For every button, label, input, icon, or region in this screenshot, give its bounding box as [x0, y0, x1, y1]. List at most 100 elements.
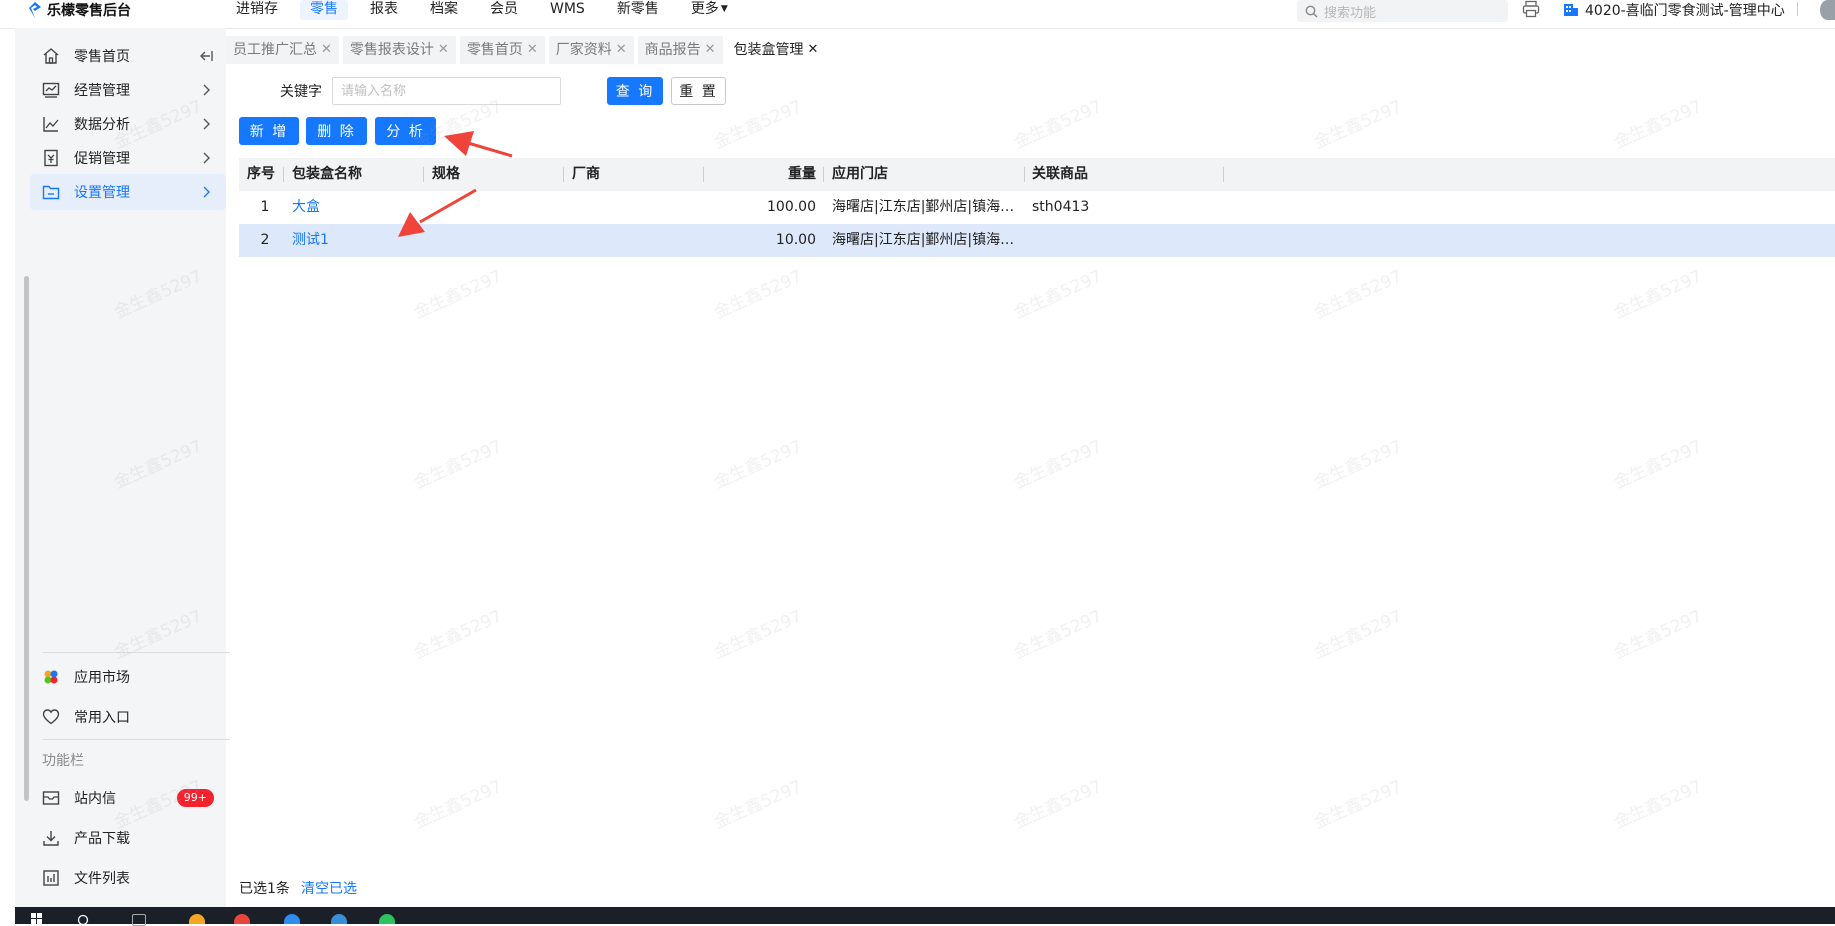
column-divider[interactable] [563, 167, 564, 182]
top-nav-item-more[interactable]: 更多 ▼ [675, 0, 744, 20]
delete-button[interactable]: 删 除 [306, 117, 367, 145]
brand[interactable]: 乐檬零售后台 [28, 0, 131, 20]
row-index: 2 [260, 232, 270, 248]
org-switcher[interactable]: 4020-喜临门零食测试-管理中心 [1563, 0, 1785, 20]
reset-button[interactable]: 重 置 [671, 77, 726, 105]
column-header-product[interactable]: 关联商品 [1032, 158, 1222, 191]
top-nav-item-retail[interactable]: 零售 [300, 0, 348, 20]
sidebar-item-downloads[interactable]: 产品下载 [30, 820, 226, 856]
column-header-name[interactable]: 包装盒名称 [292, 158, 412, 191]
brand-logo-icon [29, 2, 41, 18]
printer-icon[interactable] [1522, 0, 1540, 18]
close-icon[interactable]: ✕ [321, 36, 332, 64]
column-divider[interactable] [1223, 167, 1224, 182]
taskbar-search-icon[interactable] [77, 913, 91, 924]
close-icon[interactable]: ✕ [808, 36, 819, 64]
store-icon [1564, 4, 1578, 16]
sidebar-item-label: 经营管理 [74, 83, 130, 99]
top-nav: 进销存 零售 报表 档案 会员 WMS 新零售 更多 ▼ [220, 0, 744, 20]
column-header-stores[interactable]: 应用门店 [832, 158, 1022, 191]
sidebar-item-business[interactable]: 经营管理 [30, 72, 226, 108]
top-nav-item-wms[interactable]: WMS [534, 0, 601, 20]
row-name-link[interactable]: 测试1 [292, 224, 412, 257]
column-divider[interactable] [283, 167, 284, 182]
sidebar-item-settings[interactable]: 设置管理 [30, 174, 226, 210]
avatar[interactable] [1820, 0, 1835, 20]
row-name-link[interactable]: 大盒 [292, 191, 412, 224]
tab-staff-promotion[interactable]: 员工推广汇总 ✕ [226, 36, 339, 64]
wechat-icon[interactable] [379, 914, 395, 924]
sidebar-item-app-market[interactable]: 应用市场 [30, 659, 226, 695]
column-header-vendor[interactable]: 厂商 [572, 158, 692, 191]
watermark-text: 金生鑫5297 [1011, 776, 1106, 834]
row-stores: 海曙店|江东店|鄞州店|镇海… [832, 199, 1015, 215]
brand-name: 乐檬零售后台 [47, 3, 131, 19]
table-row[interactable]: 1 大盒 100.00 海曙店|江东店|鄞州店|镇海… sth0413 [239, 191, 1835, 224]
line-chart-icon [43, 117, 59, 132]
top-nav-item-new-retail[interactable]: 新零售 [601, 0, 675, 20]
sidebar-item-retail-home[interactable]: 零售首页 [30, 38, 226, 74]
column-divider[interactable] [703, 167, 704, 182]
divider [42, 652, 230, 653]
os-taskbar [15, 907, 1835, 926]
keyword-label: 关键字 [280, 84, 322, 100]
analyze-button[interactable]: 分 析 [375, 117, 436, 145]
sidebar-item-label: 站内信 [74, 791, 116, 807]
tab-vendor-info[interactable]: 厂家资料 ✕ [548, 36, 634, 64]
watermark-text: 金生鑫5297 [1311, 436, 1406, 494]
sidebar-item-messages[interactable]: 站内信 99+ [30, 780, 226, 816]
search-placeholder: 搜索功能 [1324, 5, 1377, 21]
row-spec [432, 224, 552, 257]
row-spec [432, 191, 552, 224]
sidebar-item-label: 文件列表 [74, 871, 130, 887]
sidebar-item-data-analysis[interactable]: 数据分析 [30, 106, 226, 142]
table-row[interactable]: 2 测试1 10.00 海曙店|江东店|鄞州店|镇海… [239, 224, 1835, 257]
tab-retail-home[interactable]: 零售首页 ✕ [459, 36, 545, 64]
tab-label: 商品报告 [644, 42, 701, 58]
column-header-index[interactable]: 序号 [247, 158, 283, 191]
top-nav-item-archive[interactable]: 档案 [414, 0, 474, 20]
search-input[interactable]: 搜索功能 [1297, 0, 1508, 22]
close-icon[interactable]: ✕ [705, 36, 716, 64]
add-button[interactable]: 新 增 [239, 117, 299, 145]
sidebar-scrollbar[interactable] [24, 276, 29, 801]
tab-retail-report-design[interactable]: 零售报表设计 ✕ [342, 36, 456, 64]
clear-selection-link[interactable]: 清空已选 [301, 878, 357, 898]
tab-packaging-box[interactable]: 包装盒管理 ✕ [726, 36, 826, 64]
top-nav-item-member[interactable]: 会员 [474, 0, 534, 20]
sidebar-item-promotion[interactable]: 促销管理 [30, 140, 226, 176]
row-stores: 海曙店|江东店|鄞州店|镇海… [832, 232, 1015, 248]
sidebar-item-favorites[interactable]: 常用入口 [30, 699, 226, 735]
column-divider[interactable] [423, 167, 424, 182]
arrow-to-analyze-button [444, 131, 513, 158]
windows-start-icon[interactable] [31, 913, 43, 924]
sidebar-item-label: 设置管理 [74, 185, 130, 201]
query-button[interactable]: 查 询 [607, 77, 663, 105]
row-index: 1 [260, 199, 270, 215]
top-nav-item-inventory[interactable]: 进销存 [220, 0, 294, 20]
keyword-input[interactable] [332, 77, 561, 105]
column-header-weight[interactable]: 重量 [713, 158, 816, 191]
close-icon[interactable]: ✕ [527, 36, 538, 64]
sidebar-item-label: 零售首页 [74, 49, 130, 65]
file-explorer-icon[interactable] [189, 914, 205, 924]
top-nav-item-reports[interactable]: 报表 [354, 0, 414, 20]
sidebar-item-label: 常用入口 [74, 710, 130, 726]
task-view-icon[interactable] [132, 914, 146, 926]
selected-count: 已选1条 [239, 881, 290, 897]
column-header-spec[interactable]: 规格 [432, 158, 552, 191]
sidebar-item-file-list[interactable]: 文件列表 [30, 860, 226, 896]
collapse-sidebar-icon[interactable] [198, 47, 214, 65]
tab-product-report[interactable]: 商品报告 ✕ [637, 36, 723, 64]
watermark-text: 金生鑫5297 [1311, 606, 1406, 664]
column-divider[interactable] [823, 167, 824, 182]
column-divider[interactable] [1024, 167, 1025, 182]
close-icon[interactable]: ✕ [616, 36, 627, 64]
notification-badge: 99+ [176, 789, 214, 807]
close-icon[interactable]: ✕ [438, 36, 449, 64]
browser-icon[interactable] [331, 914, 347, 924]
app-icon[interactable] [284, 914, 300, 924]
chrome-icon[interactable] [234, 914, 250, 924]
watermark-text: 金生鑫5297 [1611, 606, 1706, 664]
sidebar-item-label: 应用市场 [74, 670, 130, 686]
